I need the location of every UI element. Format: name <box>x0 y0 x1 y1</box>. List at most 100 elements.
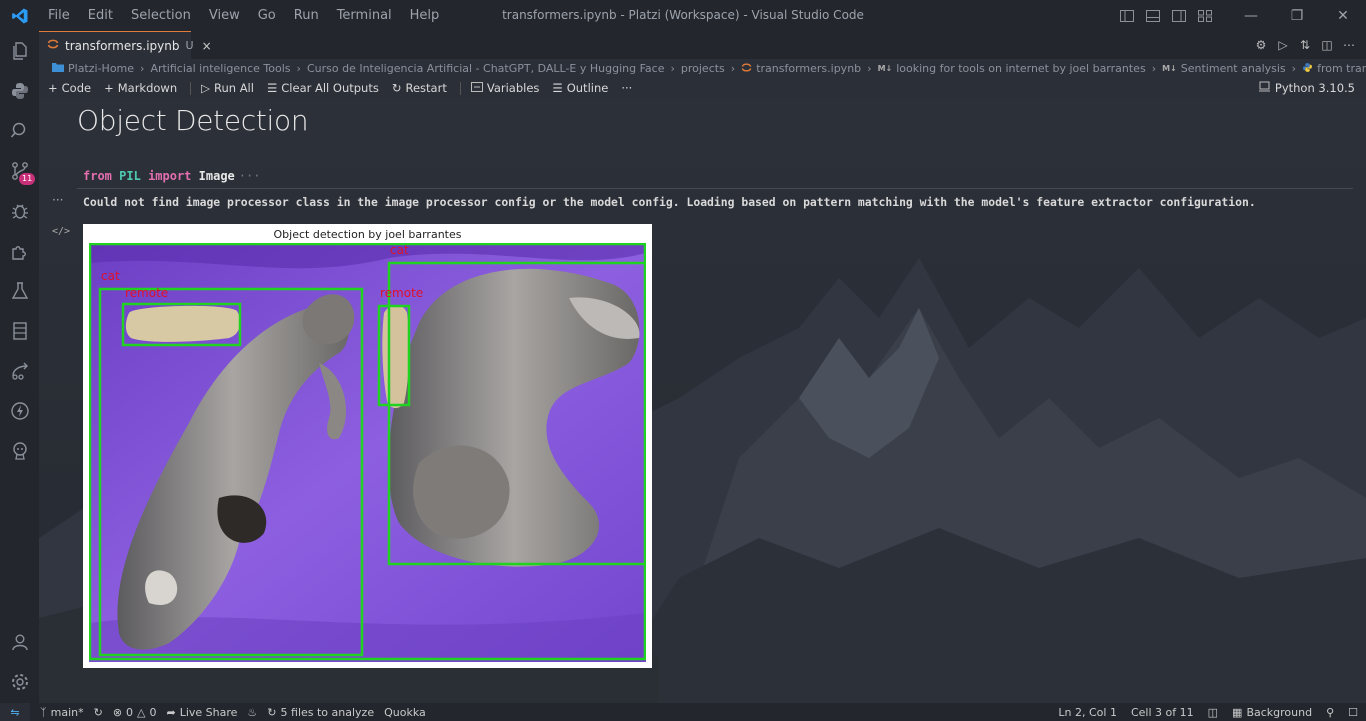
quokka-status[interactable]: Quokka <box>384 706 426 719</box>
kernel-settings-gear-icon[interactable]: ⚙ <box>1254 38 1268 52</box>
more-actions-icon[interactable]: ⋯ <box>1342 38 1356 52</box>
add-markdown-cell-button[interactable]: + Markdown <box>104 81 177 95</box>
menu-edit[interactable]: Edit <box>79 0 122 31</box>
jupyter-file-icon <box>741 62 752 76</box>
detection-label-cat-left: cat <box>101 269 120 283</box>
menu-terminal[interactable]: Terminal <box>328 0 401 31</box>
live-share-status[interactable]: ➦ Live Share <box>167 706 238 719</box>
remote-left <box>125 305 241 342</box>
tab-untracked-marker: U <box>185 39 194 52</box>
menu-selection[interactable]: Selection <box>122 0 200 31</box>
breadcrumb-item[interactable]: Artificial inteligence Tools <box>150 62 290 75</box>
breadcrumb-item[interactable]: Curso de Inteligencia Artificial - ChatG… <box>307 62 665 75</box>
problems-status[interactable]: ⊗ 0 △ 0 <box>113 706 157 719</box>
python-file-icon <box>1302 62 1313 76</box>
search-icon[interactable] <box>0 111 39 151</box>
run-debug-icon[interactable] <box>0 191 39 231</box>
breadcrumb-separator-icon: › <box>1291 62 1297 75</box>
cell-indicator[interactable]: Cell 3 of 11 <box>1131 706 1194 719</box>
restart-label: Restart <box>405 81 447 95</box>
settings-gear-icon[interactable] <box>0 662 39 702</box>
source-control-icon[interactable]: 11 <box>0 151 39 191</box>
clear-outputs-icon: ☰ <box>266 81 278 95</box>
jupyter-file-icon <box>47 38 59 53</box>
code-collapsed-ellipsis[interactable]: ··· <box>239 169 261 183</box>
explorer-icon[interactable] <box>0 31 39 71</box>
add-code-cell-button[interactable]: + Code <box>48 81 91 95</box>
breadcrumb-item[interactable]: M↓ looking for tools on internet by joel… <box>878 62 1146 75</box>
detection-label-cat-right: cat <box>390 243 409 257</box>
notifications-bell-icon[interactable]: ☐ <box>1348 706 1358 719</box>
remote-indicator-icon[interactable]: ⇋ <box>0 703 30 721</box>
flame-icon[interactable]: ♨ <box>247 706 257 719</box>
breadcrumb-label: projects <box>680 62 725 75</box>
detection-image: cat remote cat remote <box>89 243 646 662</box>
remote-explorer-icon[interactable] <box>0 351 39 391</box>
tab-close-icon[interactable]: × <box>202 39 212 53</box>
breadcrumb-label: transformers.ipynb <box>756 62 862 75</box>
cursor-position[interactable]: Ln 2, Col 1 <box>1058 706 1117 719</box>
toggle-primary-sidebar-icon[interactable] <box>1114 0 1140 31</box>
breadcrumb-item[interactable]: Platzi-Home <box>52 62 134 75</box>
code-cell[interactable]: from PIL import Image ··· <box>77 163 1353 189</box>
kernel-picker[interactable]: Python 3.10.5 <box>1258 78 1355 98</box>
analyze-spinner-icon: ↻ <box>267 705 277 719</box>
outline-button[interactable]: ☰ Outline <box>552 81 608 95</box>
background-status[interactable]: ▦ Background <box>1232 706 1312 719</box>
source-control-badge: 11 <box>19 173 36 185</box>
python-icon[interactable] <box>0 71 39 111</box>
breadcrumb-item[interactable]: projects <box>681 62 725 75</box>
toggle-panel-icon[interactable] <box>1140 0 1166 31</box>
ai-icon[interactable] <box>0 431 39 471</box>
branch-label: main* <box>50 705 84 719</box>
extensions-icon[interactable] <box>0 231 39 271</box>
breadcrumb-item[interactable]: transformers.ipynb <box>741 62 861 76</box>
variables-button[interactable]: Variables <box>470 81 539 95</box>
customize-layout-icon[interactable] <box>1192 0 1218 31</box>
split-editor-icon[interactable]: ◫ <box>1320 38 1334 52</box>
branch-status[interactable]: ᛉ main* <box>40 706 84 719</box>
live-share-label: Live Share <box>179 705 238 719</box>
breadcrumb-separator-icon: › <box>296 62 301 75</box>
output-mimetype-icon[interactable]: </> <box>52 226 70 237</box>
breadcrumb-item[interactable]: from transformers import pipeline <box>1302 62 1366 76</box>
plus-icon: + <box>104 81 114 95</box>
markdown-heading: Object Detection <box>77 104 309 137</box>
toggle-secondary-sidebar-icon[interactable] <box>1166 0 1192 31</box>
error-count: 0 <box>126 705 134 719</box>
run-cell-icon[interactable]: ▷ <box>1276 38 1290 52</box>
tab-transformers-ipynb[interactable]: transformers.ipynb U × <box>39 31 212 59</box>
output-actions-button[interactable]: ··· <box>52 193 63 207</box>
restart-button[interactable]: ↻ Restart <box>392 81 447 95</box>
accounts-share-icon[interactable]: ⚲ <box>1326 706 1334 719</box>
restore-icon[interactable]: ❐ <box>1274 0 1320 31</box>
outline-icon: ☰ <box>552 81 563 95</box>
sync-icon[interactable]: ↻ <box>94 706 103 719</box>
menu-help[interactable]: Help <box>401 0 449 31</box>
open-changes-icon[interactable]: ⇅ <box>1298 38 1312 52</box>
account-icon[interactable] <box>0 622 39 662</box>
variables-icon <box>470 81 483 95</box>
close-window-icon[interactable]: ✕ <box>1320 0 1366 31</box>
run-all-button[interactable]: ▷ Run All <box>201 81 254 95</box>
database-icon[interactable]: ◫ <box>1208 706 1218 719</box>
code-keyword-from: from <box>83 169 112 183</box>
thunder-icon[interactable] <box>0 391 39 431</box>
analyze-status[interactable]: ↻ 5 files to analyze <box>267 706 374 719</box>
more-toolbar-button[interactable]: ··· <box>621 81 632 95</box>
minimize-icon[interactable]: — <box>1228 0 1274 31</box>
menu-go[interactable]: Go <box>249 0 285 31</box>
menu-run[interactable]: Run <box>285 0 328 31</box>
clear-all-outputs-button[interactable]: ☰ Clear All Outputs <box>267 81 379 95</box>
breadcrumb-item[interactable]: M↓ Sentiment analysis <box>1162 62 1286 75</box>
menu-file[interactable]: File <box>39 0 79 31</box>
activity-bar: 11 <box>0 31 39 703</box>
background-label: Background <box>1246 705 1313 719</box>
testing-icon[interactable] <box>0 271 39 311</box>
menu-view[interactable]: View <box>200 0 249 31</box>
warning-icon: △ <box>137 705 146 719</box>
notebook-icon[interactable] <box>0 311 39 351</box>
detection-label-remote-right: remote <box>380 286 423 300</box>
plus-icon: + <box>48 81 58 95</box>
breadcrumb-label: Artificial inteligence Tools <box>150 62 291 75</box>
